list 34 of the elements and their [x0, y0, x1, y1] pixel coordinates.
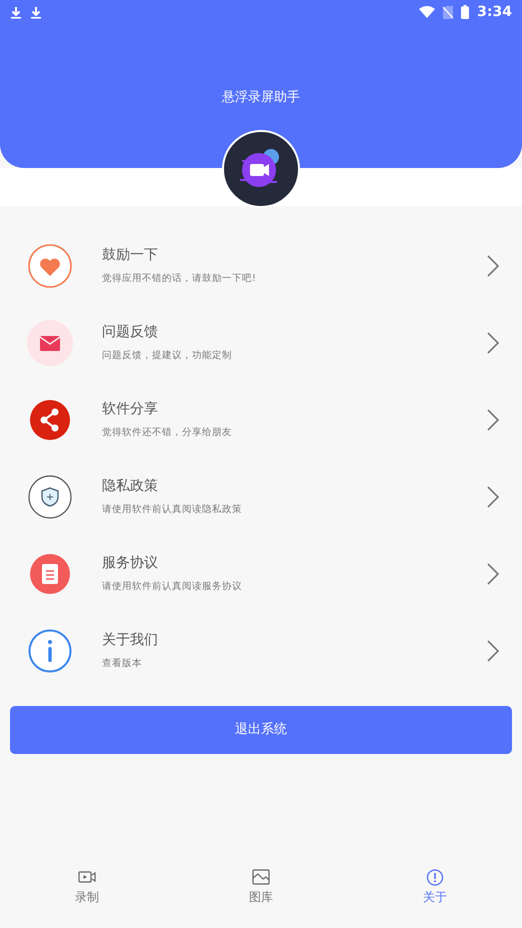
info-icon [27, 628, 73, 674]
wifi-icon [419, 6, 436, 18]
chevron-right-icon[interactable] [486, 254, 500, 278]
battery-icon [461, 5, 470, 19]
menu-subtitle: 觉得软件还不错，分享给朋友 [102, 427, 233, 439]
chevron-right-icon[interactable] [486, 638, 500, 662]
menu-title: 软件分享 [102, 400, 159, 418]
chevron-right-icon[interactable] [486, 484, 500, 508]
tab-button[interactable]: 录制 [0, 868, 174, 922]
menu-subtitle: 请使用软件前认真阅读服务协议 [102, 581, 243, 593]
download-icon [10, 6, 22, 18]
alert-icon [426, 869, 444, 886]
menu-subtitle: 觉得应用不错的话，请鼓励一下吧! [102, 273, 257, 285]
menu-subtitle: 查看版本 [102, 658, 143, 670]
chevron-right-icon[interactable] [486, 562, 500, 586]
clock-time: 3:34 [477, 2, 512, 22]
shield-icon [27, 474, 73, 520]
menu-subtitle: 问题反馈，提建议，功能定制 [102, 350, 233, 362]
menu-title: 鼓励一下 [102, 246, 159, 264]
menu-title: 服务协议 [102, 554, 159, 572]
chevron-right-icon[interactable] [486, 408, 500, 432]
no-sim-icon [443, 6, 454, 18]
tab-button[interactable]: 图库 [174, 868, 348, 922]
menu-subtitle: 请使用软件前认真阅读隐私政策 [102, 504, 243, 516]
image-icon [252, 869, 270, 886]
menu-title: 关于我们 [102, 631, 159, 649]
menu-title: 隐私政策 [102, 477, 159, 495]
download-icon [30, 6, 42, 18]
menu-title: 问题反馈 [102, 323, 159, 341]
logout-button[interactable]: 退出系统 [10, 706, 512, 754]
tab-button[interactable]: 关于 [348, 868, 522, 922]
mail-icon [27, 320, 73, 366]
app-title: 悬浮录屏助手 [221, 89, 301, 107]
chevron-right-icon[interactable] [486, 330, 500, 354]
